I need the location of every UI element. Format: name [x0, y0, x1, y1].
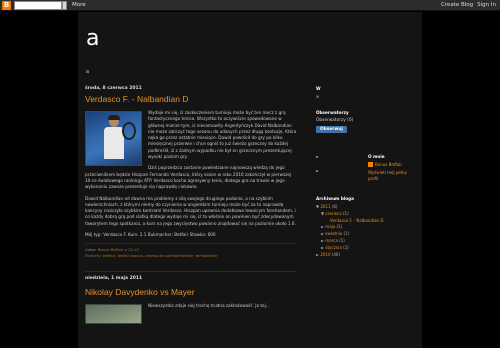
follow-button[interactable]: Obserwuj — [316, 126, 347, 133]
about-me-widget: O mnie Bonus Betfair Wyświetl mój pełny … — [368, 154, 418, 181]
blog-title[interactable]: a — [86, 26, 99, 51]
post-image[interactable] — [85, 304, 142, 325]
main-column: środa, 8 czerwca 2011 Verdasco F. - Nalb… — [85, 86, 297, 327]
post-divider — [85, 271, 297, 273]
archive-item[interactable]: ▼ czerwca (1) — [316, 211, 420, 218]
archive-count: (1) — [337, 237, 345, 243]
create-blog-link[interactable]: Create Blog — [441, 1, 473, 10]
navbar-right-links: Create Blog Sign In — [441, 1, 496, 10]
post-image-tennis-player[interactable] — [85, 111, 142, 166]
archive-count: (1) — [342, 231, 350, 237]
archive-title: Archiwum bloga — [316, 196, 355, 201]
archive-count: (2) — [341, 244, 349, 250]
post-date: niedziela, 1 maja 2011 — [85, 276, 143, 282]
archive-count: (46) — [330, 251, 341, 257]
post-body: Niewszystko zdaje siej trochę trudna zak… — [85, 303, 297, 325]
navbar-search-input[interactable] — [14, 1, 62, 10]
post-author-link[interactable]: Bonus Betfair — [98, 247, 124, 252]
about-title: O mnie — [368, 154, 385, 159]
archive-link[interactable]: kwietnia — [325, 231, 342, 236]
post-title[interactable]: Nikolay Davydenko vs Mayer — [85, 287, 297, 297]
archive-item[interactable]: ► 2010 (46) — [316, 252, 420, 259]
full-profile-link[interactable]: Wyświetl mój pełny profil — [368, 170, 418, 181]
blog-header — [78, 12, 422, 85]
post-paragraph: Dziś poprzedzca zostanie powiedziane naj… — [85, 165, 292, 190]
sidebar: W w Obserwatorzy Obserwatorzy (0) Obserw… — [316, 86, 420, 257]
archive-link[interactable]: maja — [325, 224, 335, 229]
archive-link[interactable]: czerwca — [325, 211, 341, 216]
blog-archive-widget: Archiwum bloga ▼ 2011 (6) ▼ czerwca (1) Ve… — [316, 196, 420, 258]
archive-list: ▼ 2011 (6) ▼ czerwca (1) Verdasco F. - Nal… — [316, 204, 420, 258]
archive-item[interactable]: ► marca (1) — [316, 238, 420, 245]
post-timestamp-link[interactable]: 22:47 — [128, 247, 139, 252]
followers-widget: Obserwatorzy Obserwatorzy (0) Obserwuj — [316, 110, 353, 133]
archive-link[interactable]: stycznia — [325, 245, 341, 250]
archive-item[interactable]: ► stycznia (2) — [316, 245, 420, 252]
archive-item[interactable]: Verdasco F. - Nalbandian D — [316, 218, 420, 225]
post-title[interactable]: Verdasco F. - Nalbandian D — [85, 94, 297, 104]
archive-count: (6) — [330, 204, 338, 209]
post-labels-links[interactable]: betfair, betfair bonus, promocje bukmach… — [103, 253, 218, 258]
archive-link[interactable]: 2011 — [320, 204, 330, 209]
followers-title: Obserwatorzy — [316, 110, 349, 115]
archive-link[interactable]: marca — [325, 238, 338, 243]
archive-count: (1) — [341, 210, 349, 216]
post-paragraph: Dawid Nalbandian od dawna ma problemy z … — [85, 195, 296, 226]
player-figure — [102, 115, 126, 165]
archive-item[interactable]: ► kwietnia (1) — [316, 231, 420, 238]
post-footer: Autor: Bonus Betfair o 22:47 Etykiety: b… — [85, 243, 297, 259]
post-paragraph: Mój typ: Verdasco F. Kurs: 2.1 Bukmacher… — [85, 232, 216, 238]
archive-count: (1) — [335, 224, 343, 230]
archive-link[interactable]: 2010 — [320, 252, 330, 257]
navbar-search-button[interactable] — [62, 1, 67, 10]
navbar-more-link[interactable]: More — [72, 1, 86, 10]
post-body: Wydaje mi się, iż zaskoczeniem turnieju … — [85, 110, 297, 238]
archive-item[interactable]: ▼ 2011 (6) — [316, 204, 420, 211]
widget-title: W — [316, 86, 321, 91]
blogger-navbar: B More Create Blog Sign In — [0, 0, 500, 11]
followers-count: Obserwatorzy (0) — [316, 118, 354, 123]
sign-in-link[interactable]: Sign In — [477, 1, 496, 10]
profile-name-link[interactable]: Bonus Betfair — [375, 162, 402, 167]
blogger-logo-icon[interactable]: B — [2, 1, 11, 10]
expand-arrow-icon[interactable]: ► — [316, 168, 319, 173]
archive-item[interactable]: ► maja (1) — [316, 224, 420, 231]
post-date: środa, 8 czerwca 2011 — [85, 86, 142, 91]
racket-icon — [122, 122, 136, 140]
widget-text: w — [316, 94, 320, 99]
blog-description: a — [86, 69, 90, 75]
profile-icon — [368, 162, 373, 167]
expand-arrow-icon[interactable]: ► — [316, 154, 319, 159]
archive-link[interactable]: Verdasco F. - Nalbandian D — [330, 218, 383, 223]
